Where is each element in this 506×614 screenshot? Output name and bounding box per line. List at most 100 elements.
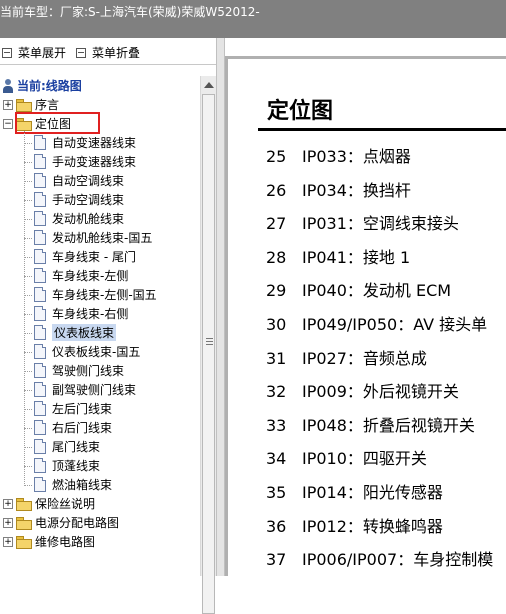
tree-child-item[interactable]: 仪表板线束 bbox=[34, 323, 117, 342]
tree-child-item[interactable]: 自动变速器线束 bbox=[34, 133, 136, 152]
tree-child-item[interactable]: 右后门线束 bbox=[34, 418, 112, 437]
expand-toggle[interactable]: + bbox=[3, 518, 13, 528]
expand-toggle[interactable]: + bbox=[3, 537, 13, 547]
folder-icon bbox=[16, 516, 32, 530]
entry-number: 27 bbox=[266, 214, 287, 234]
document-icon bbox=[34, 439, 46, 454]
pane-splitter[interactable] bbox=[216, 38, 225, 576]
tree-folder-bottom[interactable]: 保险丝说明 bbox=[16, 494, 95, 513]
folder-icon bbox=[16, 497, 32, 511]
tree-item-label: 左后门线束 bbox=[52, 402, 113, 416]
document-icon bbox=[34, 135, 46, 150]
expand-menu-button[interactable]: 菜单展开 bbox=[2, 44, 66, 61]
tree-child-item[interactable]: 手动变速器线束 bbox=[34, 152, 136, 171]
tree-child-item[interactable]: 仪表板线束-国五 bbox=[34, 342, 140, 361]
tree-item-label: 自动变速器线束 bbox=[52, 136, 137, 150]
tree-child-item[interactable]: 副驾驶侧门线束 bbox=[34, 380, 136, 399]
document-icon bbox=[34, 420, 46, 435]
entry-number: 33 bbox=[266, 415, 287, 435]
document-entry: 27 IP031：空调线束接头 bbox=[266, 210, 459, 234]
document-entry: 37 IP006/IP007：车身控制模 bbox=[266, 546, 493, 570]
entry-text: IP006/IP007：车身控制模 bbox=[302, 550, 494, 570]
tree-child-item[interactable]: 驾驶侧门线束 bbox=[34, 361, 124, 380]
title-bar: 当前车型：厂家:S-上海汽车(荣威)荣威W52012- bbox=[0, 0, 506, 38]
collapse-icon bbox=[76, 47, 86, 58]
tree-item-label: 右后门线束 bbox=[52, 421, 113, 435]
document-entry: 29 IP040：发动机 ECM bbox=[266, 277, 451, 301]
tree-root[interactable]: 当前:线路图 bbox=[2, 76, 82, 95]
entry-number: 36 bbox=[266, 516, 287, 536]
document-entry: 26 IP034：换挡杆 bbox=[266, 177, 411, 201]
tree-folder-bottom[interactable]: 维修电路图 bbox=[16, 532, 95, 551]
document-icon bbox=[34, 154, 46, 169]
tree-child-item[interactable]: 燃油箱线束 bbox=[34, 475, 112, 494]
tree-child-item[interactable]: 发动机舱线束-国五 bbox=[34, 228, 152, 247]
expand-toggle[interactable]: + bbox=[3, 100, 13, 110]
entry-text: IP048：折叠后视镜开关 bbox=[302, 415, 475, 435]
entry-number: 30 bbox=[266, 315, 287, 334]
document-icon bbox=[34, 458, 46, 473]
tree-child-item[interactable]: 尾门线束 bbox=[34, 437, 100, 456]
document-entry: 33 IP048：折叠后视镜开关 bbox=[266, 412, 475, 436]
document-entry: 25 IP033：点烟器 bbox=[266, 143, 411, 167]
highlight-box bbox=[15, 112, 100, 134]
expand-toggle[interactable]: + bbox=[3, 499, 13, 509]
tree-child-item[interactable]: 车身线束-左侧 bbox=[34, 266, 128, 285]
document-icon bbox=[34, 287, 46, 302]
entry-text: IP010：四驱开关 bbox=[302, 449, 427, 469]
title-divider bbox=[258, 128, 506, 131]
tree-item-label: 副驾驶侧门线束 bbox=[52, 383, 137, 397]
entry-text: IP031：空调线束接头 bbox=[302, 214, 459, 234]
folder-icon bbox=[16, 535, 32, 549]
tree-view: 当前:线路图 + 序言 − 定位图 自动变速器线束 手动变速器线束 自动空调线束 手动空调线束发… bbox=[0, 76, 200, 576]
tree-item-label: 驾驶侧门线束 bbox=[52, 364, 125, 378]
entry-text: IP034：换挡杆 bbox=[302, 180, 411, 200]
tree-folder-bottom[interactable]: 电源分配电路图 bbox=[16, 513, 119, 532]
entry-number: 29 bbox=[266, 281, 287, 301]
document-entry: 34 IP010：四驱开关 bbox=[266, 445, 427, 469]
document-entry: 36 IP012：转换蜂鸣器 bbox=[266, 513, 443, 537]
entry-text: IP040：发动机 ECM bbox=[302, 281, 452, 301]
scroll-up-icon[interactable] bbox=[204, 82, 214, 88]
folder-icon bbox=[16, 98, 32, 112]
tree-child-item[interactable]: 车身线束 - 尾门 bbox=[34, 247, 136, 266]
tree-child-item[interactable]: 发动机舱线束 bbox=[34, 209, 124, 228]
tree-item-label: 手动变速器线束 bbox=[52, 155, 137, 169]
document-entry: 35 IP014：阳光传感器 bbox=[266, 479, 443, 503]
entry-number: 37 bbox=[266, 550, 287, 570]
collapse-menu-button[interactable]: 菜单折叠 bbox=[76, 44, 140, 61]
document-icon bbox=[34, 477, 46, 492]
tree-scrollbar[interactable] bbox=[200, 76, 217, 614]
tree-item-label: 车身线束 - 尾门 bbox=[52, 250, 136, 264]
tree-item-label: 仪表板线束-国五 bbox=[52, 345, 141, 359]
entry-text: IP014：阳光传感器 bbox=[302, 483, 443, 502]
document-icon bbox=[34, 306, 46, 321]
tree-child-item[interactable]: 顶蓬线束 bbox=[34, 456, 100, 475]
tree-item-label: 保险丝说明 bbox=[35, 497, 96, 511]
tree-child-item[interactable]: 左后门线束 bbox=[34, 399, 112, 418]
document-icon bbox=[34, 401, 46, 416]
tree-child-item[interactable]: 车身线束-左侧-国五 bbox=[34, 285, 157, 304]
user-icon bbox=[2, 78, 14, 93]
document-icon bbox=[34, 363, 46, 378]
tree-item-label: 维修电路图 bbox=[35, 535, 96, 549]
tree-item-label: 车身线束-右侧 bbox=[52, 307, 129, 321]
entry-text: IP049/IP050：AV 接头单 bbox=[302, 315, 488, 334]
tree-child-item[interactable]: 车身线束-右侧 bbox=[34, 304, 128, 323]
tree-toolbar: 菜单展开 菜单折叠 bbox=[0, 38, 216, 65]
tree-item-label: 当前:线路图 bbox=[17, 79, 82, 93]
entry-number: 34 bbox=[266, 449, 287, 469]
document-icon bbox=[34, 192, 46, 207]
tree-item-label: 仪表板线束 bbox=[52, 324, 117, 341]
entry-text: IP041：接地 1 bbox=[302, 247, 411, 267]
scroll-thumb[interactable] bbox=[202, 94, 215, 614]
entry-number: 28 bbox=[266, 247, 287, 267]
collapse-toggle[interactable]: − bbox=[3, 119, 13, 129]
tree-item-label: 序言 bbox=[35, 98, 60, 112]
document-icon bbox=[34, 211, 46, 226]
tree-item-label: 手动空调线束 bbox=[52, 193, 125, 207]
expand-menu-label: 菜单展开 bbox=[18, 46, 67, 60]
tree-child-item[interactable]: 自动空调线束 bbox=[34, 171, 124, 190]
document-pane: 定位图 25 IP033：点烟器 26 IP034：换挡杆 27 IP031：空调线束接头… bbox=[225, 38, 506, 576]
tree-child-item[interactable]: 手动空调线束 bbox=[34, 190, 124, 209]
